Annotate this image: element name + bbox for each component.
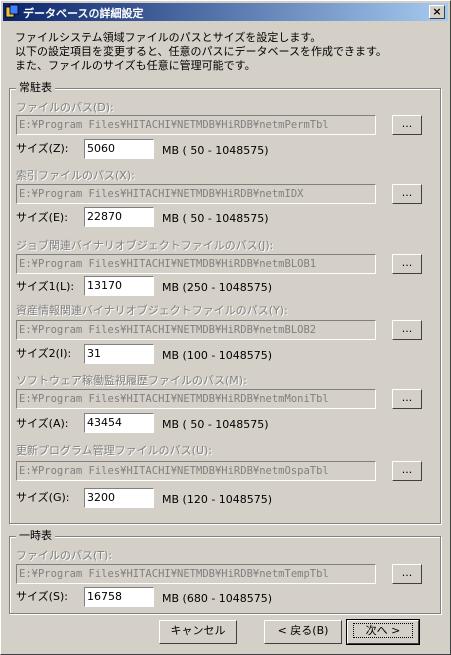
path-label: 更新プログラム管理ファイルのパス(U): — [16, 444, 213, 457]
intro-line: 以下の設定項目を変更すると、任意のパスにデータベースを作成できます。 — [15, 45, 387, 58]
file-path-field: E:¥Program Files¥HITACHI¥NETMDB¥HiRDB¥ne… — [16, 254, 376, 274]
next-button[interactable]: 次へ > — [346, 619, 420, 645]
browse-button[interactable]: ... — [392, 115, 422, 135]
browse-button[interactable]: ... — [392, 320, 422, 340]
size-range: MB (100 - 1048575) — [162, 349, 273, 362]
size-label: サイズ(E): — [16, 211, 68, 224]
browse-button[interactable]: ... — [392, 184, 422, 204]
size-label: サイズ(G): — [16, 491, 70, 504]
window-title: データベースの詳細設定 — [23, 7, 144, 20]
browse-button[interactable]: ... — [392, 461, 422, 481]
size-range: MB ( 50 - 1048575) — [162, 144, 269, 157]
file-path-field: E:¥Program Files¥HITACHI¥NETMDB¥HiRDB¥ne… — [16, 461, 376, 481]
size-range: MB (680 - 1048575) — [162, 592, 273, 605]
close-button[interactable]: × — [429, 5, 445, 19]
size-input[interactable]: 31 — [84, 344, 154, 364]
path-label: ファイルのパス(T): — [16, 549, 113, 562]
size-label: サイズ2(I): — [16, 347, 72, 360]
size-input[interactable]: 43454 — [84, 413, 154, 433]
size-range: MB ( 50 - 1048575) — [162, 418, 269, 431]
size-label: サイズ(S): — [16, 590, 68, 603]
browse-button[interactable]: ... — [392, 389, 422, 409]
path-label: ソフトウェア稼働監視履歴ファイルのパス(M): — [16, 374, 247, 387]
intro-text: ファイルシステム領域ファイルのパスとサイズを設定します。 以下の設定項目を変更す… — [15, 31, 445, 73]
size-label: サイズ(Z): — [16, 142, 69, 155]
path-label: 資産情報関連バイナリオブジェクトファイルのパス(Y): — [16, 304, 288, 317]
cancel-button[interactable]: キャンセル — [159, 620, 237, 644]
browse-button[interactable]: ... — [392, 254, 422, 274]
resident-group: 常駐表 ファイルのパス(D): E:¥Program Files¥HITACHI… — [9, 81, 441, 524]
size-input[interactable]: 16758 — [84, 587, 154, 607]
size-range: MB ( 50 - 1048575) — [162, 212, 269, 225]
size-input[interactable]: 3200 — [84, 488, 154, 508]
next-button-label: 次へ > — [352, 623, 414, 638]
title-bar: データベースの詳細設定 × — [3, 3, 448, 21]
dialog-window: データベースの詳細設定 × ファイルシステム領域ファイルのパスとサイズを設定しま… — [0, 0, 451, 655]
size-label: サイズ(A): — [16, 417, 69, 430]
temporary-group-title: 一時表 — [16, 529, 55, 543]
resident-group-title: 常駐表 — [16, 81, 55, 95]
app-icon — [5, 4, 19, 18]
intro-line: また、ファイルのサイズも任意に管理可能です。 — [15, 59, 256, 72]
file-path-field: E:¥Program Files¥HITACHI¥NETMDB¥HiRDB¥ne… — [16, 564, 376, 584]
temporary-group: 一時表 ファイルのパス(T): E:¥Program Files¥HITACHI… — [9, 529, 441, 614]
size-label: サイズ1(L): — [16, 280, 75, 293]
size-input[interactable]: 5060 — [84, 139, 154, 159]
intro-line: ファイルシステム領域ファイルのパスとサイズを設定します。 — [15, 31, 322, 44]
size-input[interactable]: 22870 — [84, 207, 154, 227]
path-label: ファイルのパス(D): — [16, 101, 114, 114]
file-path-field: E:¥Program Files¥HITACHI¥NETMDB¥HiRDB¥ne… — [16, 184, 376, 204]
size-range: MB (250 - 1048575) — [162, 281, 273, 294]
file-path-field: E:¥Program Files¥HITACHI¥NETMDB¥HiRDB¥ne… — [16, 115, 376, 135]
file-path-field: E:¥Program Files¥HITACHI¥NETMDB¥HiRDB¥ne… — [16, 320, 376, 340]
path-label: ジョブ関連バイナリオブジェクトファイルのパス(J): — [16, 239, 274, 252]
size-input[interactable]: 13170 — [84, 276, 154, 296]
browse-button[interactable]: ... — [392, 564, 422, 584]
path-label: 索引ファイルのパス(X): — [16, 169, 135, 182]
size-range: MB (120 - 1048575) — [162, 493, 273, 506]
file-path-field: E:¥Program Files¥HITACHI¥NETMDB¥HiRDB¥ne… — [16, 389, 376, 409]
back-button[interactable]: < 戻る(B) — [264, 620, 342, 644]
